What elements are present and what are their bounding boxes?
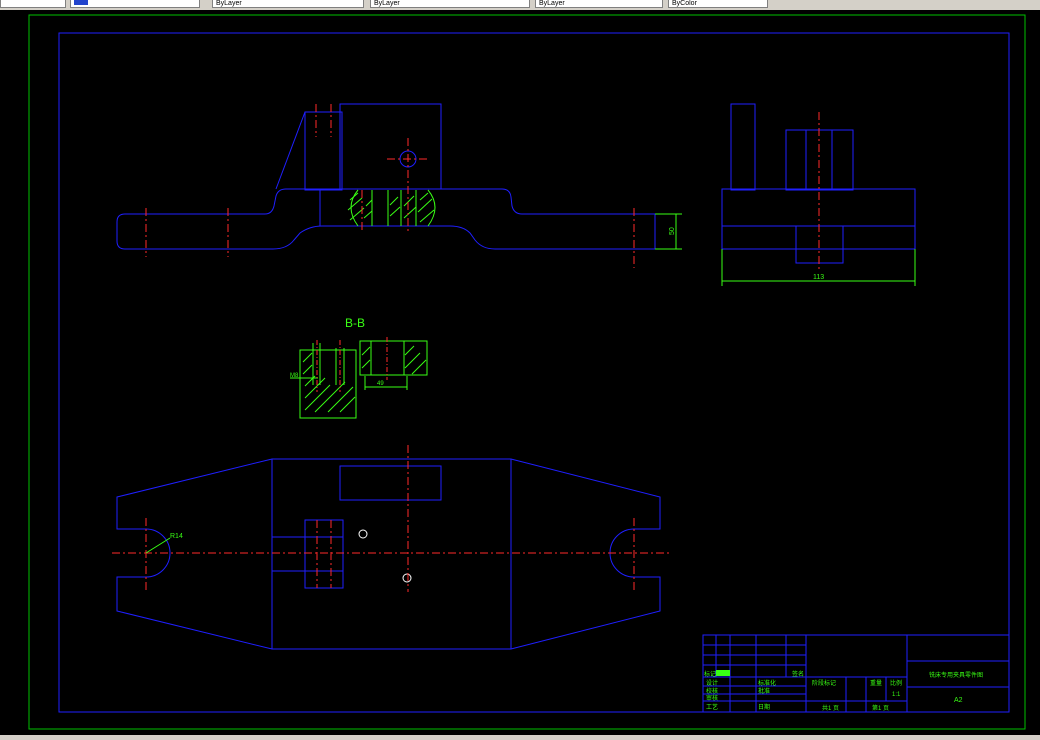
section-label: B-B [345, 316, 365, 330]
tb-approve-label: 批准 [758, 687, 770, 695]
tb-row-mark: 标记 [704, 670, 716, 678]
lineweight-dropdown[interactable]: ByLayer [370, 0, 530, 8]
dim-hole: M8 [290, 373, 299, 379]
tb-title: 铣床专用夹具零件图 [929, 671, 983, 679]
plotstyle-dropdown[interactable]: ByLayer [535, 0, 663, 8]
tb-sheet-total: 共1 页 [822, 704, 839, 712]
dim-slot: 49 [377, 381, 384, 387]
front-view [116, 103, 656, 250]
tb-row-review: 审核 [706, 694, 718, 702]
tb-weight-label: 重量 [870, 679, 882, 687]
tb-date-label: 日期 [758, 703, 770, 711]
extra-dropdown[interactable]: ByColor [668, 0, 768, 8]
properties-toolbar: ByLayer ByLayer ByLayer ByColor [0, 0, 1040, 10]
dim-right-width: 113 [813, 274, 824, 281]
section-view [290, 340, 428, 419]
title-block-highlight [716, 670, 730, 676]
sheet-outer-frame [28, 14, 1026, 730]
front-view-centerlines [145, 104, 635, 268]
drawing-canvas[interactable]: 50 113 B-B M8 49 R14 铣床专用夹具零件图 A2 标记 设计 … [0, 10, 1040, 735]
dim-radius: R14 [170, 533, 183, 540]
radius-leader [145, 537, 171, 554]
tb-scale: 1:1 [892, 692, 901, 698]
color-dropdown[interactable] [70, 0, 200, 8]
title-block-text: 铣床专用夹具零件图 A2 标记 设计 校核 审核 工艺 标准化 批准 日期 签名… [704, 670, 983, 712]
tb-row-design: 设计 [706, 679, 718, 687]
tb-stage-label: 阶段标记 [812, 679, 836, 687]
sheet-inner-frame [58, 32, 1010, 713]
tb-sheet-num: 第1 页 [872, 704, 889, 712]
top-view [116, 458, 661, 650]
tb-row-check: 校核 [706, 687, 718, 695]
dim-side-height: 50 [669, 227, 676, 235]
linetype-dropdown[interactable]: ByLayer [212, 0, 364, 8]
front-view-hatch [347, 189, 436, 227]
tb-signature-label: 签名 [792, 670, 804, 678]
tb-scale-label: 比例 [890, 679, 902, 687]
color-swatch-icon [74, 0, 88, 5]
top-view-centerlines [112, 445, 672, 592]
tb-std-label: 标准化 [758, 679, 776, 687]
tb-row-process: 工艺 [706, 703, 718, 711]
layer-dropdown[interactable] [0, 0, 66, 8]
tb-sheet-size: A2 [954, 697, 963, 704]
cad-drawing: 50 113 B-B M8 49 R14 铣床专用夹具零件图 A2 标记 设计 … [28, 14, 1026, 730]
